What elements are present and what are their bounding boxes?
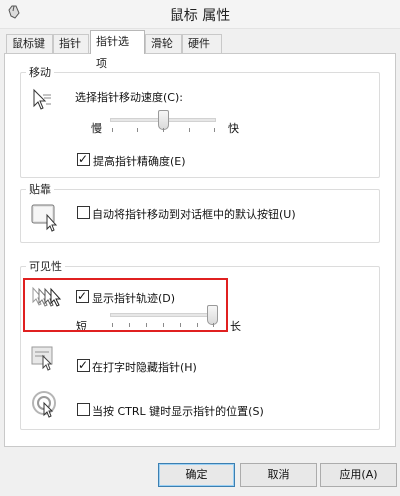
- snap-checkbox[interactable]: [77, 206, 90, 219]
- snap-to-button-icon: [31, 204, 58, 232]
- tab-buttons[interactable]: 鼠标键: [6, 34, 53, 53]
- apply-button[interactable]: 应用(A): [320, 463, 397, 487]
- ctrl-location-label: 当按 CTRL 键时显示指针的位置(S): [92, 405, 264, 418]
- speed-tick: [112, 128, 113, 132]
- speed-tick: [163, 128, 164, 132]
- speed-fast-label: 快: [228, 122, 239, 135]
- tab-wheel[interactable]: 滑轮: [145, 34, 182, 53]
- motion-group: 移动: [20, 64, 380, 178]
- snap-group-title: 贴靠: [26, 181, 54, 197]
- precision-label: 提高指针精确度(E): [93, 155, 186, 168]
- speed-slow-label: 慢: [91, 122, 102, 135]
- speed-tick: [189, 128, 190, 132]
- hide-typing-checkbox[interactable]: [77, 358, 90, 372]
- speed-slider-thumb[interactable]: [158, 110, 169, 130]
- tab-pointer-options[interactable]: 指针选项: [90, 30, 145, 70]
- speed-tick: [214, 128, 215, 132]
- hide-typing-label: 在打字时隐藏指针(H): [92, 361, 197, 374]
- motion-group-title: 移动: [26, 64, 54, 80]
- show-location-icon: [32, 391, 56, 418]
- visibility-group-title: 可见性: [26, 258, 65, 274]
- tab-hardware[interactable]: 硬件: [182, 34, 222, 53]
- mouse-properties-window: 鼠标 属性 鼠标键 指针 指针选项 滑轮 硬件 移动 选择指针移动速度(C): …: [0, 0, 400, 496]
- trails-long-label: 长: [230, 320, 241, 333]
- snap-label: 自动将指针移动到对话框中的默认按钮(U): [92, 208, 296, 221]
- tab-pointers[interactable]: 指针: [53, 34, 89, 53]
- pointer-speed-icon: [33, 88, 51, 110]
- ctrl-location-checkbox[interactable]: [77, 403, 90, 416]
- tab-bar: 鼠标键 指针 指针选项 滑轮 硬件: [0, 30, 400, 70]
- title-bar: 鼠标 属性: [0, 0, 400, 29]
- precision-checkbox[interactable]: [77, 152, 90, 166]
- window-title: 鼠标 属性: [169, 8, 231, 24]
- hide-pointer-icon: [31, 346, 53, 371]
- cancel-button[interactable]: 取消: [240, 463, 317, 487]
- ok-button[interactable]: 确定: [158, 463, 235, 487]
- trails-highlight-box: [23, 278, 228, 332]
- speed-label: 选择指针移动速度(C):: [75, 91, 183, 104]
- speed-tick: [137, 128, 138, 132]
